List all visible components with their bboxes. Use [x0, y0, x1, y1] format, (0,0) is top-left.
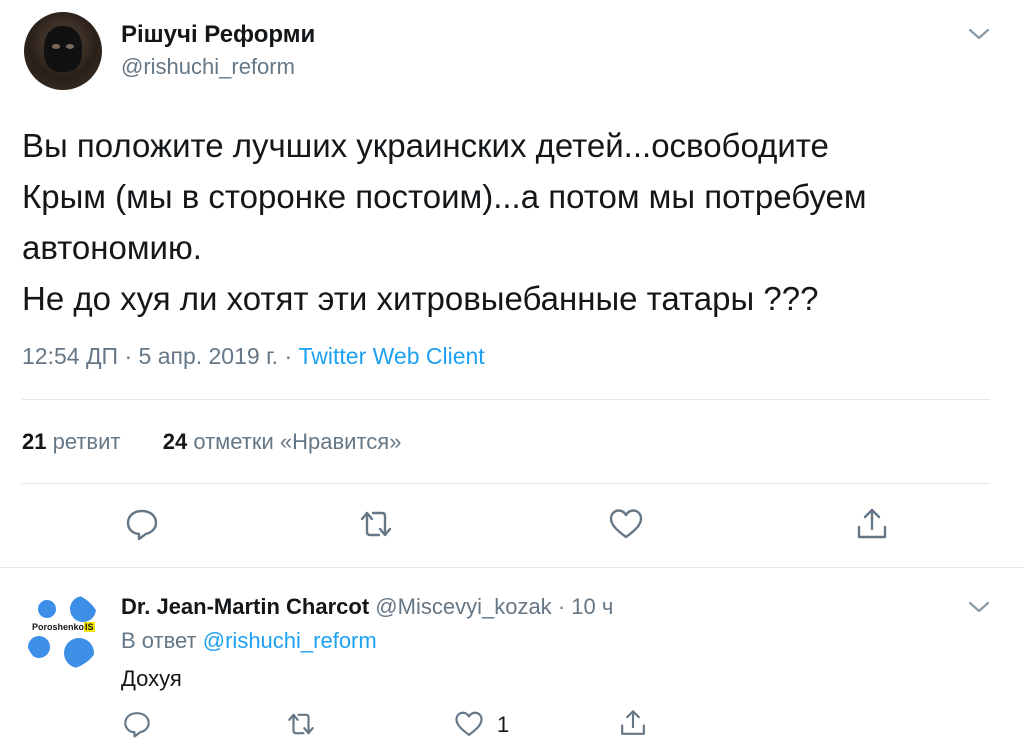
- share-icon[interactable]: [618, 708, 648, 738]
- retweet-icon[interactable]: [358, 506, 394, 542]
- tweet-stats: 21 ретвит 24 отметки «Нравится»: [22, 429, 401, 455]
- avatar-mask-figure: [44, 26, 82, 72]
- tweet-text-line: Не до хуя ли хотят эти хитровыебанные та…: [22, 280, 819, 317]
- retweets-stat[interactable]: 21 ретвит: [22, 429, 120, 454]
- reply-time[interactable]: 10 ч: [571, 594, 613, 619]
- retweet-icon[interactable]: [286, 709, 316, 739]
- reply-icon[interactable]: [122, 709, 152, 739]
- share-icon[interactable]: [854, 506, 890, 542]
- reply-text: Дохуя: [121, 666, 182, 691]
- tweet-text-line: автономию.: [22, 229, 202, 266]
- in-reply-to: В ответ @rishuchi_reform: [121, 628, 377, 653]
- like-icon[interactable]: [608, 506, 644, 542]
- author-handle[interactable]: @rishuchi_reform: [121, 54, 295, 80]
- reply-author-name[interactable]: Dr. Jean-Martin Charcot: [121, 594, 369, 619]
- reply-header: Dr. Jean-Martin Charcot @Miscevyi_kozak …: [121, 594, 614, 619]
- divider: [22, 483, 990, 484]
- reply-author-handle[interactable]: @Miscevyi_kozak: [375, 594, 551, 619]
- author-avatar[interactable]: [24, 12, 102, 90]
- divider: [0, 567, 1024, 568]
- tweet-meta: 12:54 ДП · 5 апр. 2019 г. · Twitter Web …: [22, 343, 485, 369]
- author-name[interactable]: Рішучі Реформи: [121, 21, 315, 49]
- avatar-logo: PoroshenkoIS: [32, 622, 95, 632]
- likes-stat[interactable]: 24 отметки «Нравится»: [163, 429, 402, 454]
- chevron-down-icon[interactable]: [968, 600, 990, 614]
- main-tweet: Рішучі Реформи @rishuchi_reform Вы полож…: [0, 0, 1024, 568]
- divider: [22, 399, 990, 400]
- tweet-client-link[interactable]: Twitter Web Client: [299, 343, 485, 369]
- tweet-time[interactable]: 12:54 ДП: [22, 343, 118, 369]
- tweet-text: Вы положите лучших украинских детей...ос…: [22, 120, 1012, 324]
- tweet-date[interactable]: 5 апр. 2019 г.: [139, 343, 279, 369]
- tweet-text-line: Вы положите лучших украинских детей...ос…: [22, 127, 829, 164]
- reply-icon[interactable]: [124, 506, 160, 542]
- reply-mention-link[interactable]: @rishuchi_reform: [203, 628, 377, 653]
- like-icon[interactable]: [454, 709, 484, 739]
- tweet-text-line: Крым (мы в сторонке постоим)...а потом м…: [22, 178, 867, 215]
- chevron-down-icon[interactable]: [968, 27, 990, 41]
- reply-avatar[interactable]: PoroshenkoIS: [24, 592, 102, 670]
- reply-like-count: 1: [497, 712, 510, 737]
